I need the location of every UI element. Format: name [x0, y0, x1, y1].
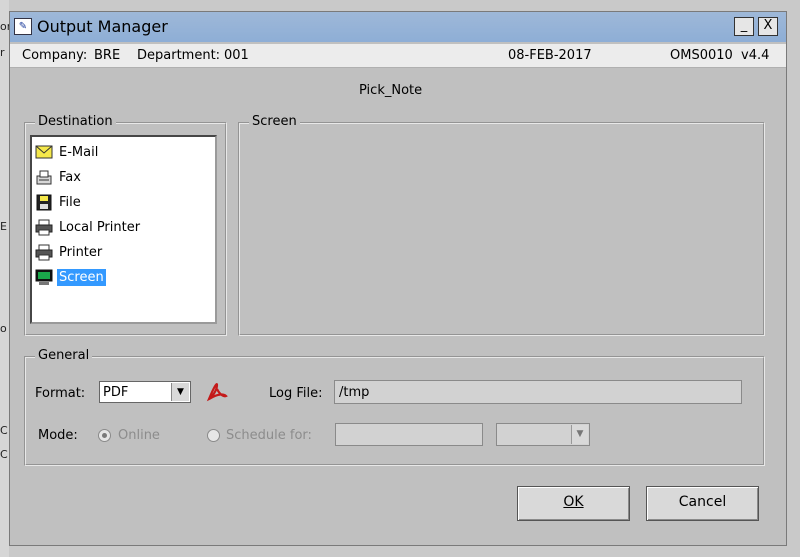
destination-list[interactable]: E-Mail Fax File Local Printer Printer Sc… — [30, 135, 217, 324]
window-title: Output Manager — [37, 17, 168, 36]
department-label: Department: — [137, 48, 221, 63]
schedule-select[interactable]: ▼ — [496, 423, 590, 446]
company-label: Company: — [22, 48, 88, 63]
acrobat-pdf-icon[interactable] — [206, 379, 228, 403]
destination-item-label: Printer — [59, 245, 103, 260]
schedule-label: Schedule for: — [226, 428, 312, 443]
destination-item-local-printer[interactable]: Local Printer — [35, 217, 142, 238]
general-group: General Format: PDF ▼ Log File: /tmp Mod… — [24, 348, 765, 466]
format-select[interactable]: PDF ▼ — [99, 381, 191, 403]
destination-item-file[interactable]: File — [35, 192, 83, 213]
background-text: C — [0, 448, 8, 461]
destination-item-label: File — [59, 195, 81, 210]
cancel-button[interactable]: Cancel — [646, 486, 759, 521]
chevron-down-icon[interactable]: ▼ — [571, 425, 588, 444]
cancel-button-label: Cancel — [678, 494, 727, 510]
destination-item-label: E-Mail — [59, 145, 99, 160]
destination-item-screen[interactable]: Screen — [35, 267, 106, 288]
screen-group: Screen — [238, 114, 765, 336]
background-text: C — [0, 424, 8, 437]
ok-button-label: OK — [563, 494, 584, 510]
envelope-icon — [35, 145, 53, 159]
destination-legend: Destination — [35, 114, 116, 129]
destination-item-fax[interactable]: Fax — [35, 167, 83, 188]
background-text: r — [0, 46, 5, 59]
background-text: o — [0, 322, 7, 335]
printer-icon — [35, 244, 53, 261]
company-value: BRE — [94, 48, 121, 63]
log-file-input[interactable]: /tmp — [334, 380, 742, 404]
schedule-input[interactable] — [335, 423, 483, 446]
general-legend: General — [35, 348, 93, 363]
destination-item-label: Fax — [59, 170, 81, 185]
online-label: Online — [118, 428, 160, 443]
title-bar[interactable]: ✎ Output Manager _ X — [10, 12, 786, 42]
printer-icon — [35, 219, 53, 236]
destination-item-printer[interactable]: Printer — [35, 242, 104, 263]
app-icon: ✎ — [14, 18, 32, 35]
floppy-disk-icon — [36, 194, 52, 211]
background-text: E — [0, 220, 7, 233]
report-name: Pick_Note — [359, 83, 423, 98]
monitor-icon — [35, 269, 53, 285]
mode-label: Mode: — [38, 428, 78, 443]
minimize-button[interactable]: _ — [734, 17, 754, 36]
destination-item-email[interactable]: E-Mail — [35, 142, 100, 163]
schedule-radio[interactable] — [207, 429, 220, 442]
close-button[interactable]: X — [758, 17, 778, 36]
destination-item-label: Screen — [57, 269, 106, 286]
online-radio[interactable] — [98, 429, 111, 442]
destination-item-label: Local Printer — [59, 220, 141, 235]
output-manager-dialog: ✎ Output Manager _ X Company: BRE Depart… — [9, 11, 787, 546]
fax-icon — [36, 170, 52, 185]
log-file-value: /tmp — [339, 385, 370, 400]
screen-legend: Screen — [249, 114, 300, 129]
ok-button[interactable]: OK — [517, 486, 630, 521]
department-value: 001 — [224, 48, 249, 63]
date-text: 08-FEB-2017 — [508, 48, 592, 63]
format-value: PDF — [103, 385, 129, 400]
format-label: Format: — [35, 386, 86, 401]
destination-group: Destination E-Mail Fax File Local Printe… — [24, 114, 227, 336]
background-app-edge — [0, 0, 9, 557]
version-text: OMS0010 v4.4 — [670, 48, 770, 63]
chevron-down-icon[interactable]: ▼ — [171, 383, 189, 401]
info-bar: Company: BRE Department: 001 08-FEB-2017… — [10, 44, 786, 68]
log-file-label: Log File: — [269, 386, 323, 401]
